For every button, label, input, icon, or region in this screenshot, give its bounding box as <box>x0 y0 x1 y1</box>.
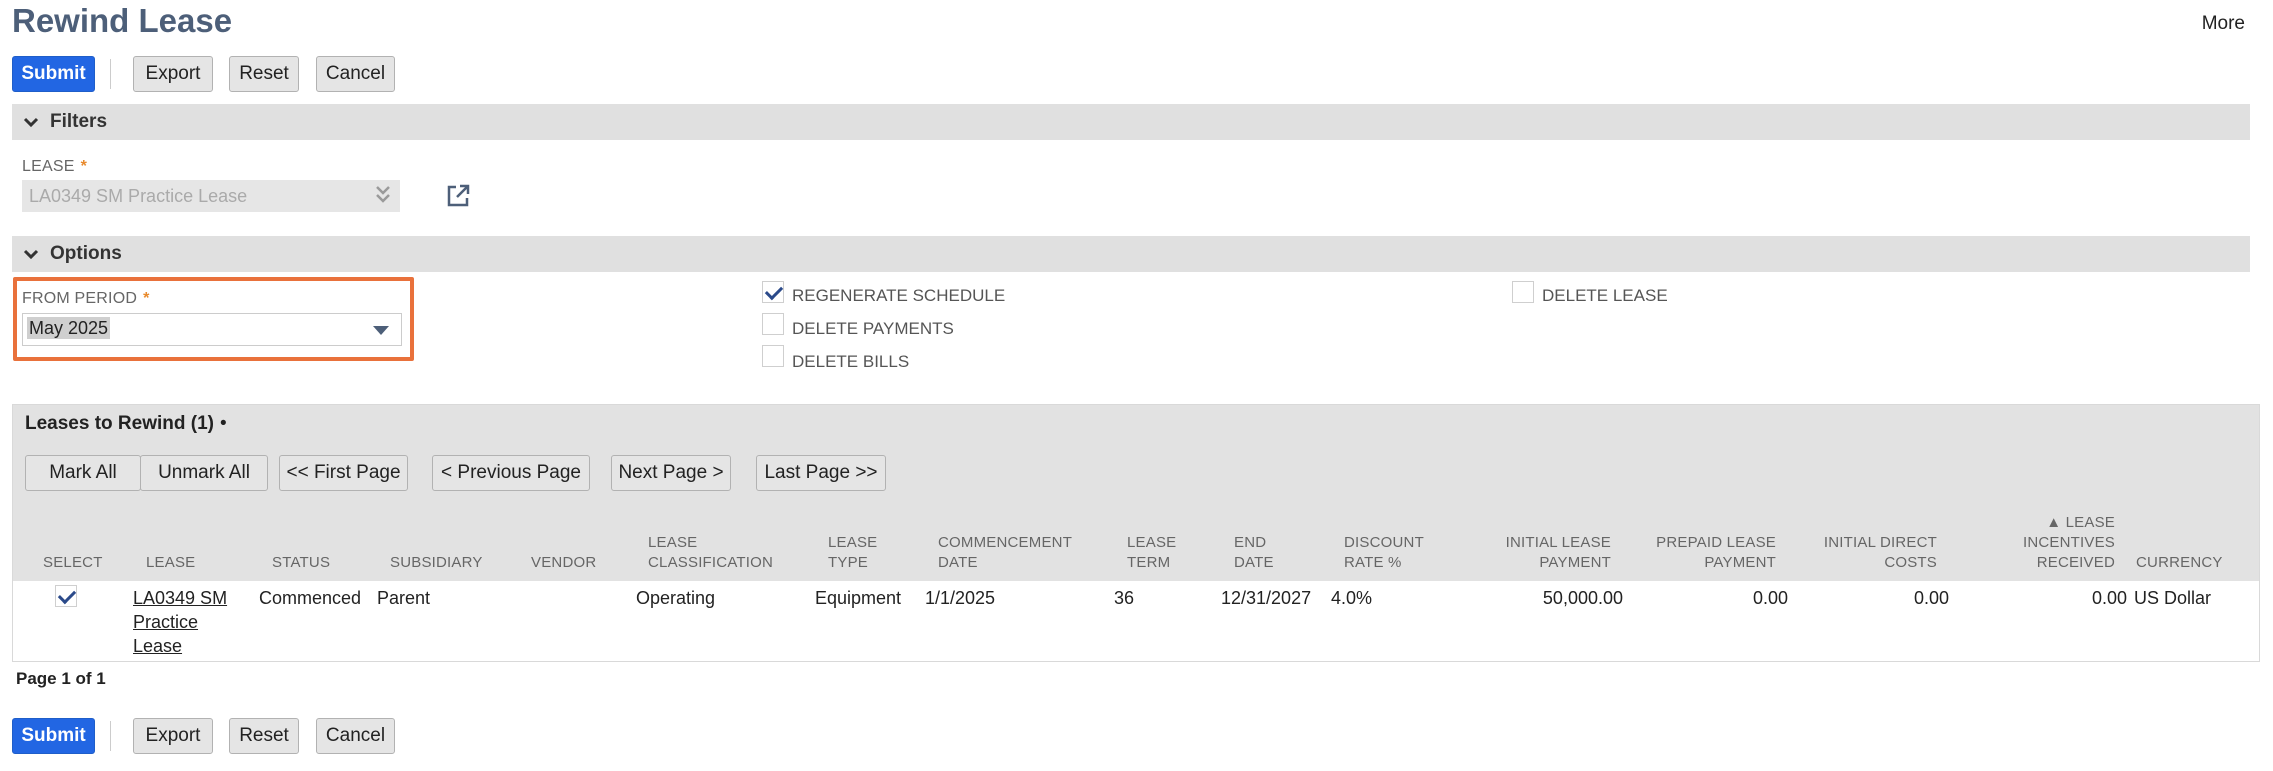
options-section-header[interactable]: Options <box>12 236 2250 272</box>
col-header-incentives[interactable]: ▲ LEASE INCENTIVES RECEIVED <box>1957 513 2115 573</box>
col-header-initial-payment[interactable]: INITIAL LEASE PAYMENT <box>1453 533 1611 573</box>
row-type: Equipment <box>815 588 902 608</box>
unmark-all-button[interactable]: Unmark All <box>140 455 268 491</box>
page-title: Rewind Lease <box>12 2 233 39</box>
col-header-end-date[interactable]: END DATE <box>1234 533 1274 573</box>
col-header-direct-costs[interactable]: INITIAL DIRECT COSTS <box>1779 533 1937 573</box>
button-separator <box>110 721 111 751</box>
regenerate-schedule-label: REGENERATE SCHEDULE <box>792 286 1006 305</box>
next-page-button[interactable]: Next Page > <box>611 455 731 491</box>
required-mark: * <box>143 290 150 307</box>
export-button[interactable]: Export <box>133 56 213 92</box>
col-header-status[interactable]: STATUS <box>272 553 330 573</box>
export-button-bottom[interactable]: Export <box>133 718 213 754</box>
col-header-term[interactable]: LEASE TERM <box>1127 533 1176 573</box>
row-term: 36 <box>1114 588 1135 608</box>
col-header-classification[interactable]: LEASE CLASSIFICATION <box>648 533 773 573</box>
delete-bills-checkbox[interactable] <box>762 345 784 367</box>
col-header-vendor[interactable]: VENDOR <box>531 553 596 573</box>
lease-field-label: LEASE * <box>22 158 88 175</box>
last-page-button[interactable]: Last Page >> <box>756 455 886 491</box>
lease-field-value: LA0349 SM Practice Lease <box>29 186 248 206</box>
filters-section-title: Filters <box>50 111 108 132</box>
from-period-select[interactable]: May 2025 <box>22 313 402 346</box>
required-mark: * <box>80 158 88 175</box>
row-prepaid: 0.00 <box>1752 588 1788 608</box>
delete-bills-label: DELETE BILLS <box>792 352 910 371</box>
regenerate-schedule-checkbox[interactable] <box>762 281 784 303</box>
col-header-prepaid[interactable]: PREPAID LEASE PAYMENT <box>1618 533 1776 573</box>
delete-lease-label: DELETE LEASE <box>1542 286 1668 305</box>
cancel-button-bottom[interactable]: Cancel <box>316 718 395 754</box>
button-separator <box>110 59 111 89</box>
chevron-down-icon <box>12 112 50 133</box>
submit-button-bottom[interactable]: Submit <box>12 718 95 754</box>
col-header-discount[interactable]: DISCOUNT RATE % <box>1344 533 1424 573</box>
first-page-button[interactable]: << First Page <box>279 455 408 491</box>
reset-button[interactable]: Reset <box>229 56 299 92</box>
options-section-title: Options <box>50 243 122 264</box>
row-end-date: 12/31/2027 <box>1221 588 1312 608</box>
col-header-select[interactable]: SELECT <box>43 553 103 573</box>
reset-button-bottom[interactable]: Reset <box>229 718 299 754</box>
col-header-currency[interactable]: CURRENCY <box>2136 553 2223 573</box>
lease-field[interactable]: LA0349 SM Practice Lease <box>22 180 400 212</box>
list-title: Leases to Rewind (1) • <box>25 413 227 434</box>
row-direct-costs: 0.00 <box>1913 588 1949 608</box>
page-info: Page 1 of 1 <box>16 669 106 688</box>
row-commencement: 1/1/2025 <box>925 588 996 608</box>
open-external-icon[interactable] <box>445 183 471 209</box>
from-period-value: May 2025 <box>27 317 111 339</box>
delete-lease-checkbox[interactable] <box>1512 281 1534 303</box>
leases-to-rewind-panel: Leases to Rewind (1) • Mark All Unmark Al… <box>12 404 2260 662</box>
more-menu[interactable]: More <box>2202 13 2245 35</box>
delete-payments-checkbox[interactable] <box>762 313 784 335</box>
from-period-label: FROM PERIOD * <box>22 290 150 307</box>
row-classification: Operating <box>636 588 716 608</box>
row-initial-payment: 50,000.00 <box>1542 588 1623 608</box>
cancel-button[interactable]: Cancel <box>316 56 395 92</box>
row-incentives: 0.00 <box>2091 588 2127 608</box>
submit-button[interactable]: Submit <box>12 56 95 92</box>
chevron-down-icon <box>12 244 50 265</box>
double-chevron-down-icon[interactable] <box>375 184 391 207</box>
filters-section-header[interactable]: Filters <box>12 104 2250 140</box>
caret-down-icon[interactable] <box>373 326 389 335</box>
row-subsidiary: Parent <box>377 588 431 608</box>
previous-page-button[interactable]: < Previous Page <box>432 455 590 491</box>
row-currency: US Dollar <box>2134 588 2212 608</box>
delete-payments-label: DELETE PAYMENTS <box>792 319 954 338</box>
col-header-commencement[interactable]: COMMENCEMENT DATE <box>938 533 1072 573</box>
row-lease-link[interactable]: LA0349 SM Practice Lease <box>133 586 227 658</box>
row-select-checkbox[interactable] <box>55 585 77 607</box>
col-header-subsidiary[interactable]: SUBSIDIARY <box>390 553 483 573</box>
mark-all-button[interactable]: Mark All <box>25 455 141 491</box>
row-discount: 4.0% <box>1331 588 1373 608</box>
col-header-lease[interactable]: LEASE <box>146 553 195 573</box>
col-header-type[interactable]: LEASE TYPE <box>828 533 877 573</box>
row-status: Commenced <box>259 588 362 608</box>
